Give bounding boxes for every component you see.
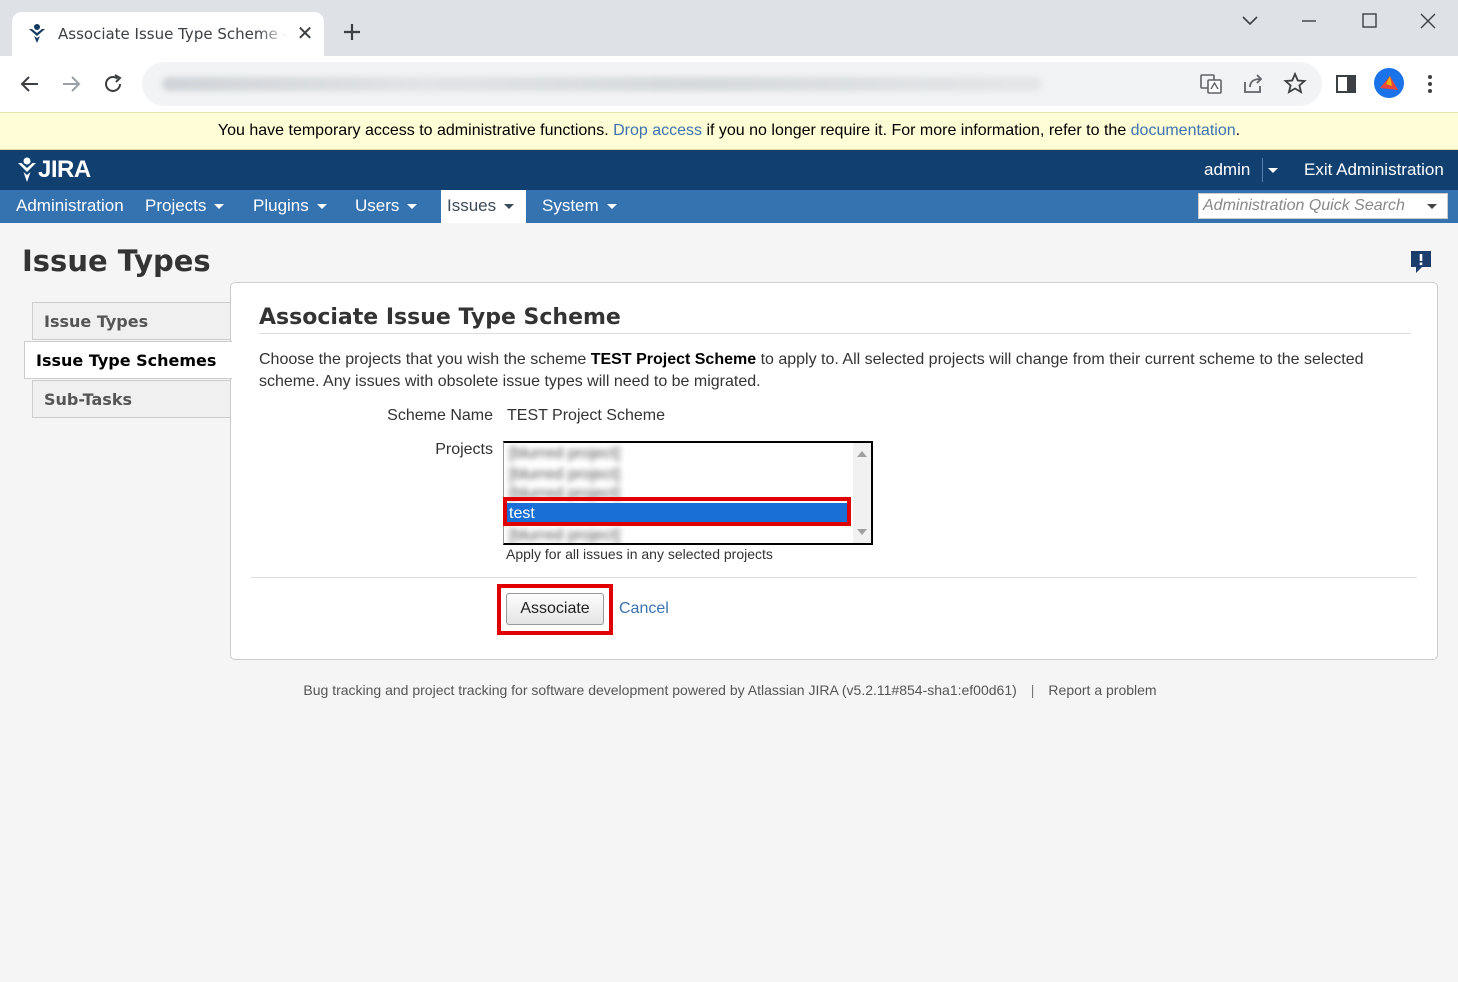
project-option[interactable]: [blurred project]: [506, 464, 850, 485]
banner-text-after: .: [1235, 122, 1241, 139]
nav-label: Issues: [447, 196, 497, 215]
form-description: Choose the projects that you wish the sc…: [259, 349, 1389, 393]
address-bar[interactable]: [142, 62, 1322, 106]
project-option-label: [blurred project]: [509, 466, 621, 483]
projects-listbox[interactable]: [blurred project] [blurred project] [blu…: [503, 441, 873, 545]
page-title: Issue Types: [22, 244, 211, 278]
scroll-down-icon[interactable]: [857, 529, 867, 535]
nav-label: Users: [355, 196, 400, 215]
nav-issues[interactable]: Issues: [441, 190, 526, 223]
browser-toolbar: [0, 56, 1458, 112]
browser-menu-icon[interactable]: [1416, 70, 1444, 98]
nav-administration[interactable]: Administration: [0, 190, 140, 223]
associate-button[interactable]: Associate: [506, 593, 604, 625]
forward-icon[interactable]: [57, 70, 85, 98]
quick-search-placeholder: Administration Quick Search: [1203, 197, 1405, 214]
side-item-sub-tasks[interactable]: Sub-Tasks: [32, 380, 232, 418]
report-problem-link[interactable]: Report a problem: [1048, 682, 1156, 698]
jira-logo-icon: [18, 157, 36, 182]
bookmark-star-icon[interactable]: [1281, 70, 1309, 98]
minimize-icon[interactable]: [1294, 8, 1324, 34]
user-menu-name[interactable]: admin: [1204, 160, 1250, 180]
footer-text: Bug tracking and project tracking for so…: [303, 682, 1017, 698]
form-title: Associate Issue Type Scheme: [259, 305, 621, 330]
profile-avatar[interactable]: [1374, 68, 1404, 98]
back-icon[interactable]: [16, 70, 44, 98]
project-option-label: test: [509, 505, 535, 522]
footer-separator: |: [1030, 682, 1035, 698]
documentation-link[interactable]: documentation: [1131, 122, 1236, 139]
chevron-down-icon: [407, 204, 418, 210]
drop-access-link[interactable]: Drop access: [613, 122, 702, 139]
scheme-name-value: TEST Project Scheme: [507, 407, 665, 424]
chevron-down-icon: [316, 204, 327, 210]
close-window-icon[interactable]: [1413, 8, 1443, 34]
chevron-down-icon: [214, 204, 225, 210]
nav-users[interactable]: Users: [339, 190, 433, 223]
nav-label: Plugins: [253, 196, 309, 215]
project-option-label: [blurred project]: [509, 527, 621, 544]
jira-header: JIRA admin Exit Administration: [0, 150, 1458, 190]
chevron-down-icon: [1427, 204, 1437, 209]
project-option-label: [blurred project]: [509, 445, 621, 462]
projects-help-text: Apply for all issues in any selected pro…: [506, 546, 773, 562]
nav-label: System: [542, 196, 599, 215]
chevron-down-icon: [504, 204, 515, 210]
jira-favicon-icon: [29, 24, 45, 43]
admin-access-banner: You have temporary access to administrat…: [0, 112, 1458, 150]
new-tab-icon[interactable]: [340, 20, 364, 44]
exit-administration-link[interactable]: Exit Administration: [1304, 160, 1444, 180]
scheme-name-label: Scheme Name: [387, 407, 493, 424]
chevron-down-icon: [606, 204, 617, 210]
reload-icon[interactable]: [99, 70, 127, 98]
jira-logo[interactable]: JIRA: [16, 156, 91, 184]
banner-text-middle: if you no longer require it. For more in…: [702, 122, 1131, 139]
tab-search-icon[interactable]: [1235, 8, 1265, 34]
project-option-label: [blurred project]: [509, 485, 621, 502]
share-icon[interactable]: [1239, 70, 1267, 98]
divider: [251, 577, 1417, 578]
project-option[interactable]: [blurred project]: [506, 525, 850, 544]
tab-title: Associate Issue Type Scheme - Sym: [58, 25, 288, 45]
user-menu-dropdown[interactable]: [1262, 158, 1282, 182]
listbox-scrollbar[interactable]: [853, 443, 871, 543]
nav-projects[interactable]: Projects: [129, 190, 240, 223]
profile-avatar-icon: [1380, 76, 1398, 90]
chevron-down-icon: [1268, 168, 1278, 173]
side-item-issue-types[interactable]: Issue Types: [32, 302, 232, 340]
address-url-blurred: [162, 77, 1042, 91]
feedback-icon[interactable]: [1410, 250, 1432, 274]
scroll-up-icon[interactable]: [857, 451, 867, 457]
project-option-selected[interactable]: test: [506, 503, 850, 524]
projects-label: Projects: [435, 441, 493, 458]
desc-before: Choose the projects that you wish the sc…: [259, 351, 591, 368]
desc-scheme-name: TEST Project Scheme: [590, 351, 757, 368]
translate-icon[interactable]: [1197, 70, 1225, 98]
banner-text-before: You have temporary access to administrat…: [217, 122, 614, 139]
project-option[interactable]: [blurred project]: [506, 443, 850, 464]
cancel-link[interactable]: Cancel: [619, 600, 669, 618]
browser-tabstrip: Associate Issue Type Scheme - Sym ✕: [0, 0, 1458, 56]
admin-quick-search-input[interactable]: Administration Quick Search: [1198, 193, 1448, 219]
jira-logo-text: JIRA: [38, 156, 91, 183]
divider: [259, 333, 1411, 334]
associate-scheme-panel: Associate Issue Type Scheme Choose the p…: [230, 282, 1438, 660]
side-panel-icon[interactable]: [1332, 70, 1360, 98]
maximize-icon[interactable]: [1354, 8, 1384, 34]
project-option[interactable]: [blurred project]: [506, 483, 850, 504]
page-footer: Bug tracking and project tracking for so…: [0, 682, 1458, 698]
nav-system[interactable]: System: [526, 190, 633, 223]
nav-label: Administration: [16, 196, 124, 215]
browser-tab[interactable]: Associate Issue Type Scheme - Sym ✕: [12, 12, 324, 56]
close-tab-icon[interactable]: ✕: [295, 24, 315, 44]
nav-plugins[interactable]: Plugins: [237, 190, 343, 223]
side-item-issue-type-schemes[interactable]: Issue Type Schemes: [24, 341, 232, 379]
admin-nav-bar: Administration Projects Plugins Users Is…: [0, 190, 1458, 223]
nav-label: Projects: [145, 196, 207, 215]
